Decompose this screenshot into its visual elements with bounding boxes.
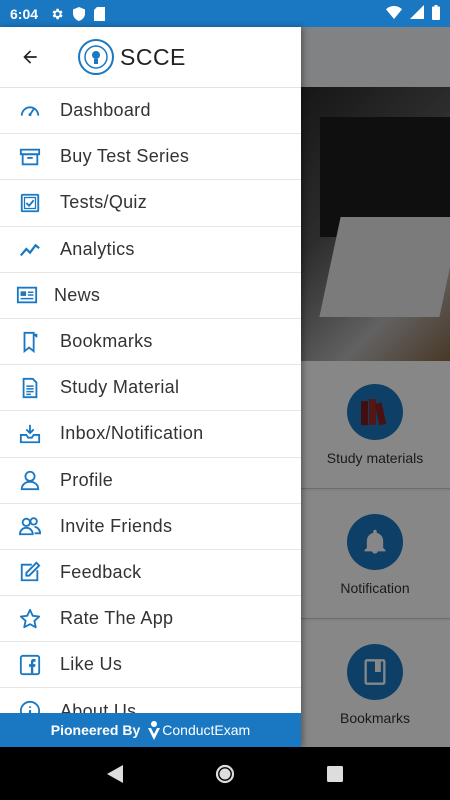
triangle-back-icon [107, 764, 123, 783]
square-recents-icon [327, 765, 343, 782]
menu-item-invite-friends[interactable]: Invite Friends [0, 503, 301, 550]
circle-home-icon [215, 764, 235, 783]
menu-item-label: Study Material [60, 377, 180, 398]
shield-icon [73, 6, 86, 21]
menu-item-label: Analytics [60, 238, 135, 259]
conductexam-logo: ConductExam [146, 720, 250, 740]
star-icon [0, 608, 60, 630]
menu-item-profile[interactable]: Profile [0, 457, 301, 504]
analytics-trend-icon [0, 238, 60, 260]
menu-item-inbox-notification[interactable]: Inbox/Notification [0, 411, 301, 458]
navigation-drawer: SCCE Dashboard Buy Test Series Tests/Qui… [0, 27, 301, 747]
arrow-back-icon [23, 50, 37, 64]
menu-item-news[interactable]: News [0, 272, 301, 319]
nav-recents-button[interactable] [315, 754, 355, 794]
pioneered-by-footer: Pioneered By ConductExam [0, 713, 301, 747]
conductexam-mark-icon [148, 721, 161, 740]
drawer-menu: Dashboard Buy Test Series Tests/Quiz Ana… [0, 88, 301, 735]
system-nav-bar [0, 747, 450, 800]
menu-item-bookmarks[interactable]: Bookmarks [0, 318, 301, 366]
menu-item-buy-test-series[interactable]: Buy Test Series [0, 134, 301, 181]
speedometer-icon [0, 100, 60, 122]
nav-home-button[interactable] [205, 754, 245, 794]
app-logo-icon [78, 39, 114, 75]
menu-item-label: Tests/Quiz [60, 192, 148, 213]
footer-brand: ConductExam [162, 722, 251, 738]
menu-item-label: News [54, 284, 101, 305]
menu-item-label: Rate The App [60, 608, 174, 629]
menu-item-label: Dashboard [60, 100, 151, 121]
facebook-icon [0, 654, 60, 676]
sd-card-icon [94, 6, 106, 21]
menu-item-dashboard[interactable]: Dashboard [0, 88, 301, 135]
menu-item-label: Invite Friends [60, 515, 173, 536]
menu-item-like-us[interactable]: Like Us [0, 642, 301, 689]
status-bar: 6:04 [0, 0, 450, 27]
menu-item-label: Inbox/Notification [60, 423, 204, 444]
app-title: SCCE [120, 43, 186, 70]
nav-back-button[interactable] [95, 754, 135, 794]
bookmark-icon [0, 331, 60, 353]
newspaper-icon [0, 284, 54, 306]
menu-item-feedback[interactable]: Feedback [0, 549, 301, 597]
menu-item-analytics[interactable]: Analytics [0, 226, 301, 273]
battery-icon [432, 4, 440, 23]
inbox-icon [0, 423, 60, 445]
menu-item-label: Bookmarks [60, 331, 153, 352]
menu-item-rate-the-app[interactable]: Rate The App [0, 596, 301, 643]
document-icon [0, 377, 60, 399]
menu-item-label: Like Us [60, 654, 123, 675]
menu-item-label: Buy Test Series [60, 146, 190, 167]
wifi-icon [386, 5, 402, 22]
menu-item-label: Profile [60, 469, 114, 490]
edit-icon [0, 561, 60, 583]
menu-item-tests-quiz[interactable]: Tests/Quiz [0, 180, 301, 227]
users-icon [0, 515, 60, 537]
status-time: 6:04 [10, 5, 39, 22]
user-icon [0, 469, 60, 491]
menu-item-label: Feedback [60, 561, 142, 582]
signal-icon [410, 5, 424, 22]
footer-prefix: Pioneered By [50, 722, 141, 738]
cart-box-icon [0, 146, 60, 168]
back-button[interactable] [18, 45, 42, 69]
menu-item-study-material[interactable]: Study Material [0, 365, 301, 412]
gear-icon [50, 7, 64, 21]
drawer-header: SCCE [0, 27, 301, 88]
quiz-check-icon [0, 192, 60, 214]
